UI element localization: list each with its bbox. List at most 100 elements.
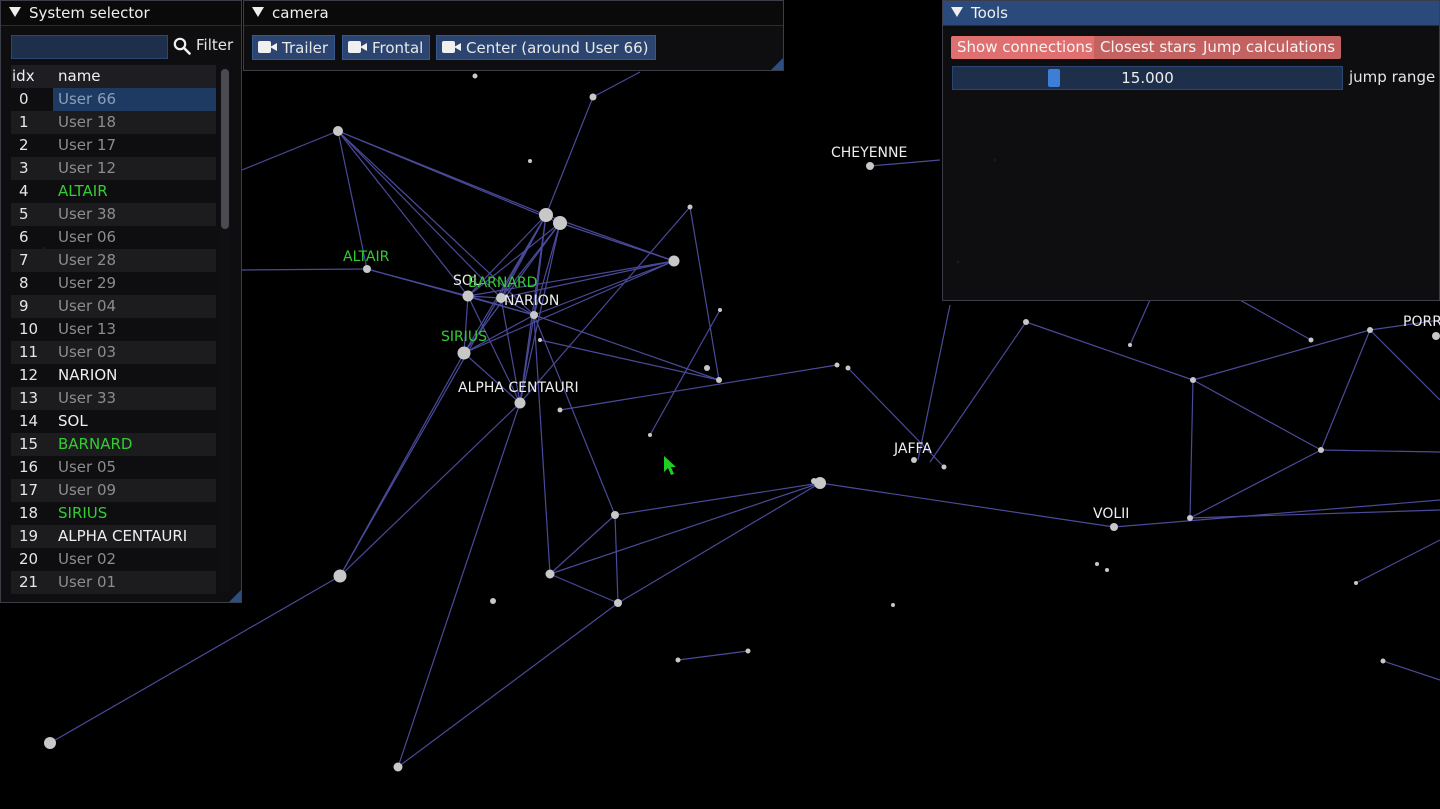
collapse-triangle-icon[interactable]: [9, 6, 21, 17]
row-name: User 33: [58, 389, 117, 407]
star-dot[interactable]: [941, 464, 947, 470]
star-dot[interactable]: [614, 599, 622, 607]
table-row[interactable]: 17 User 09: [11, 479, 216, 502]
scrollbar-thumb[interactable]: [221, 69, 229, 229]
star-dot[interactable]: [1354, 581, 1358, 585]
column-header-idx[interactable]: idx: [12, 65, 35, 88]
table-row[interactable]: 19 ALPHA CENTAURI: [11, 525, 216, 548]
star-dot[interactable]: [716, 377, 722, 383]
star-dot[interactable]: [648, 433, 652, 437]
star-dot[interactable]: [1187, 515, 1193, 521]
jump-calculations-button[interactable]: Jump calculations: [1197, 36, 1342, 59]
star-label-altair: ALTAIR: [343, 249, 390, 265]
star-dot[interactable]: [745, 648, 751, 654]
table-row[interactable]: 5 User 38: [11, 203, 216, 226]
star-dot[interactable]: [704, 365, 710, 371]
camera-trailer-button[interactable]: Trailer: [252, 35, 336, 60]
star-dot[interactable]: [687, 204, 693, 210]
system-selector-titlebar[interactable]: System selector: [1, 1, 241, 26]
row-name: ALPHA CENTAURI: [58, 527, 188, 545]
connection-line: [559, 222, 675, 262]
filter-row: Filter: [11, 35, 236, 59]
star-dot[interactable]: [611, 511, 619, 519]
star-dot[interactable]: [891, 603, 895, 607]
star-dot[interactable]: [462, 290, 474, 302]
table-row[interactable]: 20 User 02: [11, 548, 216, 571]
star-dot[interactable]: [845, 365, 851, 371]
star-dot[interactable]: [514, 397, 526, 409]
star-dot[interactable]: [539, 208, 553, 222]
table-row[interactable]: 10 User 13: [11, 318, 216, 341]
connection-line: [614, 482, 821, 516]
tools-titlebar[interactable]: Tools: [943, 1, 1439, 26]
star-dot[interactable]: [811, 478, 817, 484]
table-row[interactable]: 8 User 29: [11, 272, 216, 295]
star-dot[interactable]: [1128, 343, 1132, 347]
resize-grip[interactable]: [771, 58, 783, 70]
table-row[interactable]: 15 BARNARD: [11, 433, 216, 456]
table-row[interactable]: 2 User 17: [11, 134, 216, 157]
star-dot[interactable]: [718, 308, 722, 312]
table-row[interactable]: 9 User 04: [11, 295, 216, 318]
collapse-triangle-icon[interactable]: [951, 6, 963, 17]
table-row[interactable]: 7 User 28: [11, 249, 216, 272]
camera-center-button[interactable]: Center (around User 66): [436, 35, 656, 60]
show-connections-button[interactable]: Show connections: [951, 36, 1099, 59]
star-dot[interactable]: [1190, 377, 1196, 383]
resize-grip[interactable]: [229, 590, 241, 602]
star-dot[interactable]: [333, 569, 347, 583]
star-dot[interactable]: [834, 362, 840, 368]
row-idx: 11: [19, 343, 39, 361]
star-dot[interactable]: [457, 346, 471, 360]
star-dot[interactable]: [44, 737, 56, 749]
star-dot[interactable]: [333, 126, 343, 136]
table-row[interactable]: 13 User 33: [11, 387, 216, 410]
camera-titlebar[interactable]: camera: [244, 1, 783, 26]
table-row[interactable]: 11 User 03: [11, 341, 216, 364]
star-dot[interactable]: [1023, 319, 1029, 325]
star-dot[interactable]: [557, 407, 563, 413]
star-dot[interactable]: [538, 338, 542, 342]
table-row[interactable]: 16 User 05: [11, 456, 216, 479]
star-dot[interactable]: [1105, 568, 1109, 572]
table-row[interactable]: 1 User 18: [11, 111, 216, 134]
filter-input[interactable]: [11, 35, 168, 59]
star-dot[interactable]: [911, 457, 917, 463]
star-dot[interactable]: [1432, 332, 1440, 340]
star-dot[interactable]: [1095, 562, 1099, 566]
table-row[interactable]: 14 SOL: [11, 410, 216, 433]
star-dot[interactable]: [545, 569, 555, 579]
table-scrollbar[interactable]: [220, 65, 230, 591]
star-dot[interactable]: [589, 93, 597, 101]
star-dot[interactable]: [675, 657, 681, 663]
star-dot[interactable]: [1308, 337, 1314, 343]
star-dot[interactable]: [393, 762, 403, 772]
collapse-triangle-icon[interactable]: [252, 6, 264, 17]
star-dot[interactable]: [1318, 447, 1324, 453]
table-row[interactable]: 6 User 06: [11, 226, 216, 249]
row-idx: 18: [19, 504, 39, 522]
table-row[interactable]: 12 NARION: [11, 364, 216, 387]
tools-title: Tools: [971, 4, 1008, 22]
star-dot[interactable]: [1367, 327, 1373, 333]
star-dot[interactable]: [1110, 523, 1118, 531]
star-dot[interactable]: [528, 159, 532, 163]
table-row[interactable]: 0 User 66: [11, 88, 216, 111]
table-row[interactable]: 21 User 01: [11, 571, 216, 594]
star-dot[interactable]: [866, 162, 874, 170]
star-dot[interactable]: [363, 265, 371, 273]
star-dot[interactable]: [530, 311, 538, 319]
table-row[interactable]: 3 User 12: [11, 157, 216, 180]
star-dot[interactable]: [490, 598, 496, 604]
camera-frontal-button[interactable]: Frontal: [342, 35, 431, 60]
table-row[interactable]: 18 SIRIUS: [11, 502, 216, 525]
column-header-name[interactable]: name: [58, 65, 101, 88]
closest-stars-button[interactable]: Closest stars: [1094, 36, 1203, 59]
camera-trailer-label: Trailer: [282, 39, 329, 57]
star-dot[interactable]: [472, 73, 478, 79]
star-dot[interactable]: [1380, 658, 1386, 664]
table-row[interactable]: 4 ALTAIR: [11, 180, 216, 203]
star-dot[interactable]: [553, 216, 567, 230]
jump-range-slider[interactable]: 15.000: [952, 66, 1343, 90]
star-dot[interactable]: [668, 255, 680, 267]
